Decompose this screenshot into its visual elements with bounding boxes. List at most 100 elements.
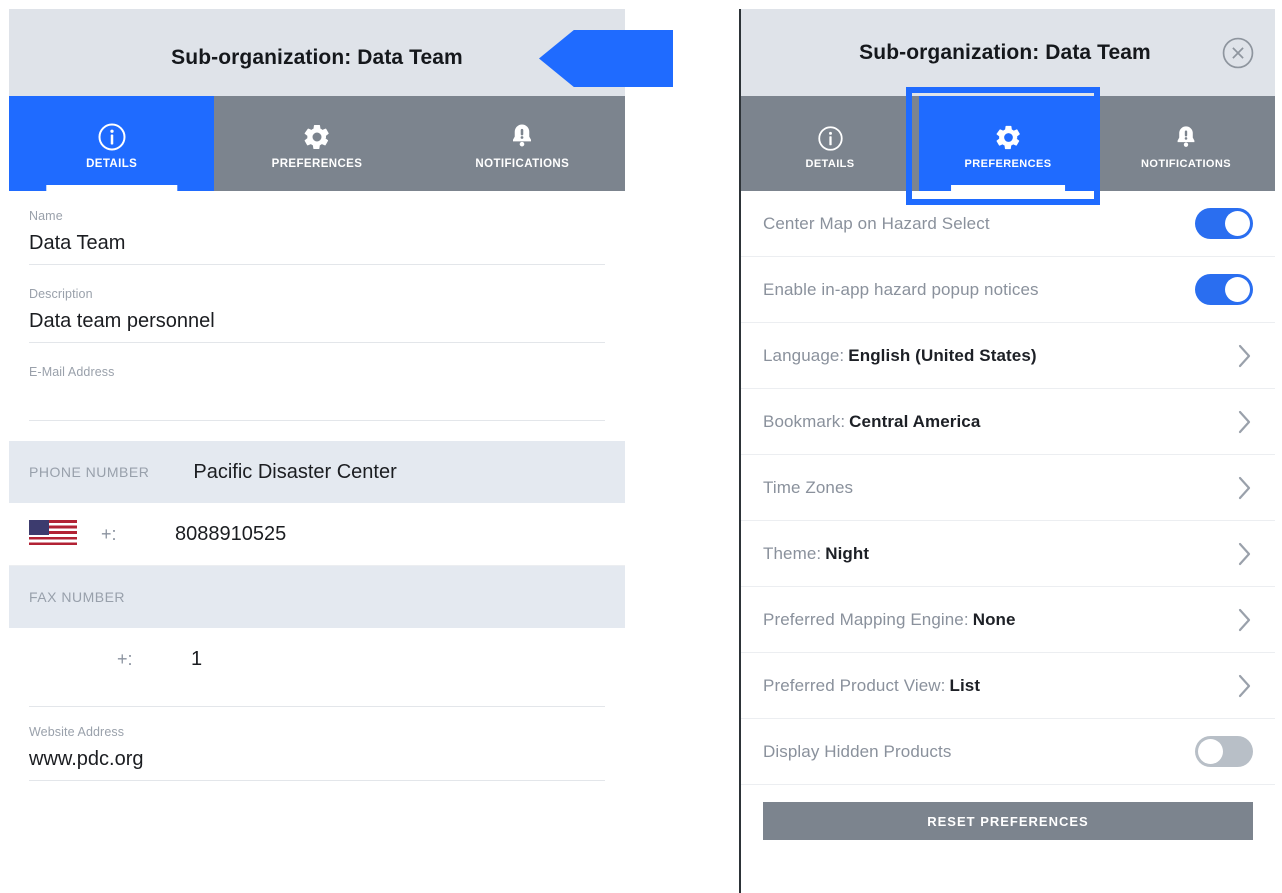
us-flag-icon	[29, 520, 77, 548]
field-underline	[29, 780, 605, 781]
tab-details-label: DETAILS	[86, 157, 138, 170]
field-website-value: www.pdc.org	[29, 748, 144, 770]
field-email-label: E-Mail Address	[29, 365, 115, 379]
pref-preferred-product-view[interactable]: Preferred Product View: List	[741, 653, 1275, 719]
pref-value-text: Night	[825, 543, 870, 563]
pref-enable-in-app-hazard-popup-notices[interactable]: Enable in-app hazard popup notices	[741, 257, 1275, 323]
tab-notifications[interactable]: NOTIFICATIONS	[1097, 96, 1275, 191]
fax-number-value: 1	[191, 647, 203, 670]
pref-value-text: English (United States)	[848, 345, 1037, 365]
toggle-enable-in-app-hazard-popup-notices[interactable]	[1195, 274, 1253, 305]
reset-preferences-container: RESET PREFERENCES	[741, 785, 1275, 840]
field-email[interactable]: E-Mail Address	[9, 347, 625, 425]
close-circle-icon[interactable]	[1221, 36, 1255, 70]
field-underline	[29, 420, 605, 421]
left-panel-header: Sub-organization: Data Team	[9, 9, 625, 96]
info-circle-icon	[817, 118, 844, 152]
pref-preferred-mapping-engine[interactable]: Preferred Mapping Engine: None	[741, 587, 1275, 653]
tab-preferences-label: PREFERENCES	[271, 157, 363, 170]
pref-label: Bookmark: Central America	[763, 412, 1237, 432]
right-panel-header: Sub-organization: Data Team	[741, 9, 1275, 96]
fax-number-row[interactable]: +: 1	[9, 628, 625, 690]
pref-label-text: Time Zones	[763, 477, 854, 497]
pref-theme[interactable]: Theme: Night	[741, 521, 1275, 587]
reset-preferences-button[interactable]: RESET PREFERENCES	[763, 802, 1253, 840]
tab-notifications[interactable]: NOTIFICATIONS	[419, 96, 625, 191]
field-underline	[29, 342, 605, 343]
bell-alert-icon	[1173, 118, 1199, 152]
pref-label-text: Preferred Product View:	[763, 675, 946, 695]
fax-number-band: FAX NUMBER	[9, 566, 625, 628]
field-description-value: Data team personnel	[29, 310, 215, 332]
phone-number-band: PHONE NUMBER Pacific Disaster Center	[9, 441, 625, 503]
pref-label: Language: English (United States)	[763, 346, 1237, 366]
chevron-right-icon	[1237, 475, 1253, 501]
pref-display-hidden-products[interactable]: Display Hidden Products	[741, 719, 1275, 785]
toggle-center-map-on-hazard-select[interactable]	[1195, 208, 1253, 239]
pref-label-text: Language:	[763, 345, 845, 365]
phone-number-value: 8088910525	[175, 522, 287, 545]
pref-value-text: None	[972, 609, 1016, 629]
phone-number-band-value: Pacific Disaster Center	[193, 460, 397, 483]
field-website-label: Website Address	[29, 725, 125, 739]
pref-center-map-on-hazard-select[interactable]: Center Map on Hazard Select	[741, 191, 1275, 257]
pref-label: Center Map on Hazard Select	[763, 213, 990, 233]
field-name-value: Data Team	[29, 232, 126, 254]
tab-preferences[interactable]: PREFERENCES	[919, 96, 1097, 192]
toggle-display-hidden-products[interactable]	[1195, 736, 1253, 767]
page-title: Sub-organization: Data Team	[859, 40, 1151, 64]
field-description[interactable]: Description Data team personnel	[9, 269, 625, 347]
active-tab-indicator	[45, 185, 178, 192]
gear-icon	[302, 118, 332, 152]
field-underline	[29, 264, 605, 265]
chevron-right-icon	[1237, 409, 1253, 435]
page-title: Sub-organization: Data Team	[171, 45, 463, 69]
pref-value-text: Central America	[849, 411, 981, 431]
tab-preferences[interactable]: PREFERENCES	[214, 96, 420, 191]
field-description-label: Description	[29, 287, 93, 301]
chevron-right-icon	[1237, 673, 1253, 699]
preferences-list: Center Map on Hazard Select Enable in-ap…	[741, 191, 1275, 840]
phone-number-row[interactable]: +: 8088910525	[9, 503, 625, 566]
tab-details-label: DETAILS	[805, 157, 855, 170]
gear-icon	[994, 118, 1023, 152]
left-detail-panel: Sub-organization: Data Team DETAILS PREF…	[9, 9, 625, 893]
pref-label-text: Bookmark:	[763, 411, 846, 431]
phone-number-band-label: PHONE NUMBER	[29, 464, 150, 480]
pref-value-text: List	[949, 675, 981, 695]
field-email-value	[29, 386, 605, 412]
right-preferences-panel: Sub-organization: Data Team DETAILS PREF…	[739, 9, 1275, 893]
right-tab-strip: DETAILS PREFERENCES NOTIFICATIONS	[741, 96, 1275, 192]
fax-country-code: +:	[117, 648, 133, 669]
left-tab-strip: DETAILS PREFERENCES NOTIFICATIONS	[9, 96, 625, 192]
pref-language[interactable]: Language: English (United States)	[741, 323, 1275, 389]
active-tab-indicator	[951, 185, 1065, 192]
pref-label: Preferred Product View: List	[763, 676, 1237, 696]
pref-label: Display Hidden Products	[763, 741, 952, 761]
pref-label: Theme: Night	[763, 544, 1237, 564]
pref-time-zones[interactable]: Time Zones	[741, 455, 1275, 521]
pref-label: Time Zones	[763, 478, 1237, 498]
tab-details[interactable]: DETAILS	[9, 96, 215, 192]
field-name-label: Name	[29, 209, 63, 223]
tab-details[interactable]: DETAILS	[741, 96, 919, 191]
chevron-right-icon	[1237, 541, 1253, 567]
bell-alert-icon	[508, 118, 536, 152]
chevron-right-icon	[1237, 607, 1253, 633]
info-circle-icon	[97, 118, 127, 152]
tab-notifications-label: NOTIFICATIONS	[1141, 157, 1231, 170]
field-website[interactable]: Website Address www.pdc.org	[9, 707, 625, 785]
pref-bookmark[interactable]: Bookmark: Central America	[741, 389, 1275, 455]
toggle-knob	[1225, 211, 1250, 236]
field-name[interactable]: Name Data Team	[9, 191, 625, 269]
tab-notifications-label: NOTIFICATIONS	[475, 157, 570, 170]
toggle-knob	[1198, 739, 1223, 764]
chevron-right-icon	[1237, 343, 1253, 369]
fax-number-band-label: FAX NUMBER	[29, 589, 126, 605]
pref-label-text: Theme:	[763, 543, 822, 563]
toggle-knob	[1225, 277, 1250, 302]
pref-label-text: Preferred Mapping Engine:	[763, 609, 969, 629]
phone-country-code: +:	[101, 523, 117, 544]
pref-label: Preferred Mapping Engine: None	[763, 610, 1237, 630]
details-form: Name Data Team Description Data team per…	[9, 191, 625, 785]
